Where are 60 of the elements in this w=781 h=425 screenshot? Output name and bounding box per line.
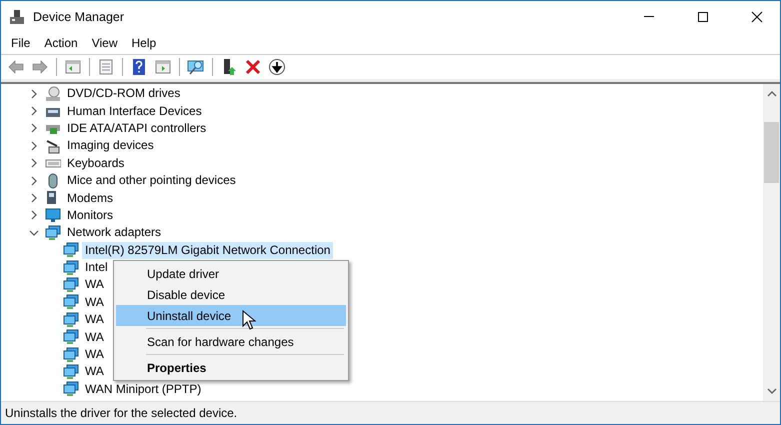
tree-item[interactable]: Intel bbox=[82, 259, 111, 276]
expand-chevron-icon[interactable] bbox=[29, 140, 39, 151]
tree-item[interactable]: Modems bbox=[64, 190, 116, 207]
camera-icon bbox=[45, 138, 61, 154]
tree-item[interactable]: Intel(R) 82579LM Gigabit Network Connection bbox=[82, 242, 334, 259]
window-title: Device Manager bbox=[33, 10, 126, 24]
expand-chevron-icon[interactable] bbox=[29, 193, 39, 204]
network-adapter-icon bbox=[63, 312, 79, 328]
network-adapter-icon bbox=[45, 224, 61, 241]
network-adapter-icon bbox=[63, 329, 79, 346]
expand-chevron-icon[interactable] bbox=[29, 158, 39, 168]
menu-item[interactable]: Help bbox=[126, 33, 162, 53]
menu-item[interactable]: File bbox=[5, 33, 36, 53]
expand-chevron-icon[interactable] bbox=[29, 123, 39, 134]
menu-item[interactable]: View bbox=[86, 33, 124, 53]
monitor-icon bbox=[45, 207, 61, 224]
expand-chevron-icon[interactable] bbox=[29, 106, 39, 116]
optical-drive-icon bbox=[45, 86, 61, 102]
network-adapter-icon bbox=[63, 364, 79, 380]
scrollbar[interactable] bbox=[763, 84, 780, 401]
network-adapter-icon bbox=[63, 242, 79, 258]
tree-item[interactable]: Imaging devices bbox=[64, 137, 157, 154]
expand-chevron-icon[interactable] bbox=[29, 176, 39, 186]
status-text: Uninstalls the driver for the selected device. bbox=[5, 406, 238, 420]
network-adapter-icon bbox=[63, 381, 79, 398]
network-adapter-icon bbox=[63, 346, 79, 363]
tree-item[interactable]: DVD/CD-ROM drives bbox=[64, 85, 184, 102]
tree-item[interactable]: Network adapters bbox=[64, 224, 164, 242]
tree-item[interactable]: Monitors bbox=[64, 206, 116, 224]
app-icon bbox=[9, 8, 25, 24]
tree-item[interactable]: Human Interface Devices bbox=[64, 102, 205, 120]
tree-item[interactable]: WA bbox=[82, 328, 107, 346]
network-adapter-icon bbox=[63, 260, 79, 276]
tree-item[interactable]: WA bbox=[82, 363, 107, 380]
context-menu-item[interactable]: Disable device bbox=[116, 284, 346, 305]
scrollbar-thumb[interactable] bbox=[764, 122, 779, 183]
expand-chevron-icon[interactable] bbox=[29, 88, 39, 99]
scroll-down-icon[interactable] bbox=[766, 387, 776, 395]
network-adapter-icon bbox=[63, 276, 79, 293]
minimize-icon bbox=[644, 16, 654, 17]
menu-item[interactable]: Action bbox=[38, 33, 84, 53]
context-menu-item[interactable]: Update driver bbox=[116, 263, 346, 284]
mouse-cursor-icon bbox=[242, 310, 256, 330]
tree-item[interactable]: WA bbox=[82, 276, 107, 294]
tree-item[interactable]: WAN Miniport (PPTP) bbox=[82, 380, 204, 398]
context-menu-item[interactable]: Properties bbox=[116, 357, 346, 378]
network-adapter-icon bbox=[63, 294, 79, 310]
tree-item[interactable]: Mice and other pointing devices bbox=[64, 172, 239, 190]
tree-item[interactable]: WA bbox=[82, 346, 107, 364]
expand-chevron-icon[interactable] bbox=[29, 210, 39, 220]
collapse-chevron-icon[interactable] bbox=[29, 228, 39, 238]
scroll-up-icon[interactable] bbox=[766, 90, 776, 98]
context-menu-item[interactable]: Uninstall device bbox=[116, 305, 346, 326]
tree-item[interactable]: WA bbox=[82, 294, 107, 311]
context-menu-item[interactable]: Scan for hardware changes bbox=[116, 331, 346, 352]
tree-item[interactable]: Keyboards bbox=[64, 154, 128, 172]
close-icon bbox=[751, 10, 763, 22]
tree-item[interactable]: IDE ATA/ATAPI controllers bbox=[64, 120, 210, 137]
tree-item[interactable]: WA bbox=[82, 311, 107, 328]
maximize-icon bbox=[697, 10, 709, 22]
